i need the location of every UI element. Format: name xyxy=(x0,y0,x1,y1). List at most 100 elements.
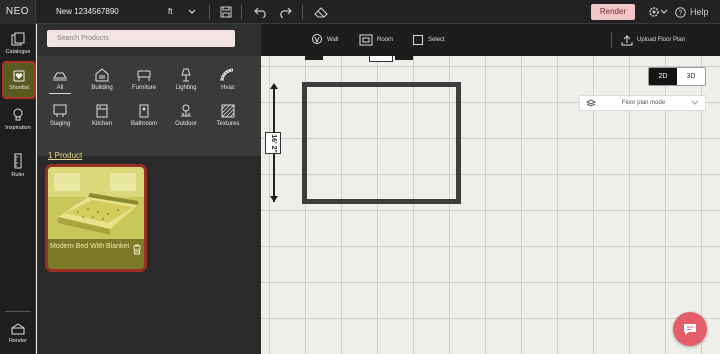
hvac-icon xyxy=(220,68,234,82)
rail-item-inspiration[interactable]: Inspiration xyxy=(0,100,36,138)
mode-select[interactable]: Floor plan mode xyxy=(579,95,706,111)
render-button[interactable]: Render xyxy=(591,4,635,20)
rail-divider xyxy=(5,311,31,312)
bulb-icon xyxy=(13,108,23,120)
rail-item-ruler[interactable]: Ruler xyxy=(0,146,36,184)
room-walls[interactable] xyxy=(302,82,461,204)
dimension-label[interactable]: 16' 2" xyxy=(265,132,281,154)
chat-button[interactable] xyxy=(673,312,707,346)
rail-label: Catalogue xyxy=(5,48,31,55)
category-building[interactable]: Building xyxy=(82,68,122,98)
staging-icon xyxy=(53,104,67,117)
app-logo[interactable]: NEO xyxy=(0,0,36,24)
shortlist-heart-icon xyxy=(13,70,25,81)
category-staging[interactable]: Staging xyxy=(40,104,80,134)
selected-underline xyxy=(49,93,71,94)
category-outdoor[interactable]: Outdoor xyxy=(166,104,206,134)
toolbar-divider xyxy=(209,5,210,19)
category-bathroom[interactable]: Bathroom xyxy=(124,104,164,134)
lighting-icon xyxy=(181,68,191,82)
eraser-icon[interactable] xyxy=(313,4,329,20)
unit-select[interactable]: ft xyxy=(148,0,204,24)
undo-icon[interactable] xyxy=(253,4,269,20)
ruler-icon xyxy=(14,153,22,168)
category-grid: All Building Furniture Lighting Hvac Sta… xyxy=(37,56,261,156)
category-all[interactable]: All xyxy=(40,68,80,98)
chat-icon xyxy=(684,324,696,335)
help-icon: ? xyxy=(675,6,686,18)
view-2d-button[interactable]: 2D xyxy=(649,68,677,85)
wall-handle[interactable] xyxy=(395,56,413,60)
category-label: Kitchen xyxy=(91,121,112,127)
category-hvac[interactable]: Hvac xyxy=(208,68,248,98)
toolbar-divider xyxy=(611,32,612,48)
project-name[interactable]: New 1234567890 xyxy=(56,0,119,24)
wall-tool[interactable]: Wall xyxy=(311,24,338,56)
wall-handle[interactable] xyxy=(305,56,323,60)
rail-label: Ruler xyxy=(11,171,25,178)
category-furniture[interactable]: Furniture xyxy=(124,68,164,98)
help-label: Help xyxy=(690,7,709,17)
room-tool[interactable]: Room xyxy=(359,24,393,56)
wall-icon xyxy=(312,34,322,44)
category-lighting[interactable]: Lighting xyxy=(166,68,206,98)
view-3d-button[interactable]: 3D xyxy=(677,68,705,85)
top-dimension-label[interactable] xyxy=(369,56,393,62)
rail-item-render[interactable]: Render xyxy=(0,314,36,352)
category-label: All xyxy=(56,85,64,91)
product-card[interactable]: Modern Bed With Blanket xyxy=(45,164,147,272)
category-label: Furniture xyxy=(131,85,156,91)
room-icon xyxy=(359,34,373,46)
category-label: Lighting xyxy=(175,85,197,91)
product-panel: Search Products All Building Furniture L… xyxy=(37,24,261,354)
top-bar: NEO New 1234567890 ft Render ? Help xyxy=(0,0,720,24)
rail-label: Shortlist xyxy=(9,84,29,91)
outdoor-icon xyxy=(181,104,191,117)
help-button[interactable]: ? Help xyxy=(675,0,709,24)
rail-label: Inspiration xyxy=(5,124,31,131)
upload-label: Upload Floor Plan xyxy=(637,37,686,43)
rail-item-catalogue[interactable]: Catalogue xyxy=(0,24,36,62)
left-rail: Catalogue Shortlist Inspiration Ruler Re… xyxy=(0,24,36,354)
view-toggle: 2D 3D xyxy=(648,67,706,86)
catalogue-icon xyxy=(11,32,25,45)
dimension-value: 16' 2" xyxy=(269,133,277,153)
furniture-icon xyxy=(137,70,151,81)
category-label: Textures xyxy=(216,121,240,127)
category-label: Building xyxy=(91,85,113,91)
upload-floor-plan-button[interactable]: Upload Floor Plan xyxy=(621,24,685,56)
all-icon xyxy=(53,72,67,81)
toolbar-divider xyxy=(241,5,242,19)
category-textures[interactable]: Textures xyxy=(208,104,248,134)
toolbar-divider xyxy=(302,5,303,19)
mode-value: Floor plan mode xyxy=(621,100,666,106)
dimension-arrow-down xyxy=(270,196,278,202)
trash-icon[interactable] xyxy=(132,244,142,255)
category-kitchen[interactable]: Kitchen xyxy=(82,104,122,134)
select-label: Select xyxy=(428,37,445,43)
floor-plan-canvas[interactable]: 16' 2" 2D 3D Floor plan mode xyxy=(261,56,720,354)
chevron-down-icon xyxy=(691,100,699,105)
category-label: Staging xyxy=(49,121,71,127)
render-icon xyxy=(11,322,25,334)
select-tool[interactable]: Select xyxy=(412,24,445,56)
search-input[interactable]: Search Products xyxy=(47,30,235,47)
save-icon[interactable] xyxy=(218,4,234,20)
rail-item-shortlist[interactable]: Shortlist xyxy=(2,61,36,99)
chevron-down-icon[interactable] xyxy=(656,4,672,20)
kitchen-icon xyxy=(96,104,108,118)
wall-label: Wall xyxy=(327,37,339,43)
svg-text:?: ? xyxy=(679,10,683,17)
product-image xyxy=(48,167,144,239)
upload-icon xyxy=(621,35,633,46)
canvas-toolbar: Wall Room Select Upload Floor Plan xyxy=(261,24,720,56)
product-title: Modern Bed With Blanket xyxy=(50,243,130,250)
layers-icon xyxy=(586,98,596,107)
textures-icon xyxy=(221,104,235,118)
product-count: 1 Product xyxy=(48,151,83,160)
category-label: Hvac xyxy=(221,85,235,91)
chevron-down-icon xyxy=(188,9,196,14)
room-label: Room xyxy=(377,37,394,43)
unit-value: ft xyxy=(168,7,173,16)
redo-icon[interactable] xyxy=(277,4,293,20)
